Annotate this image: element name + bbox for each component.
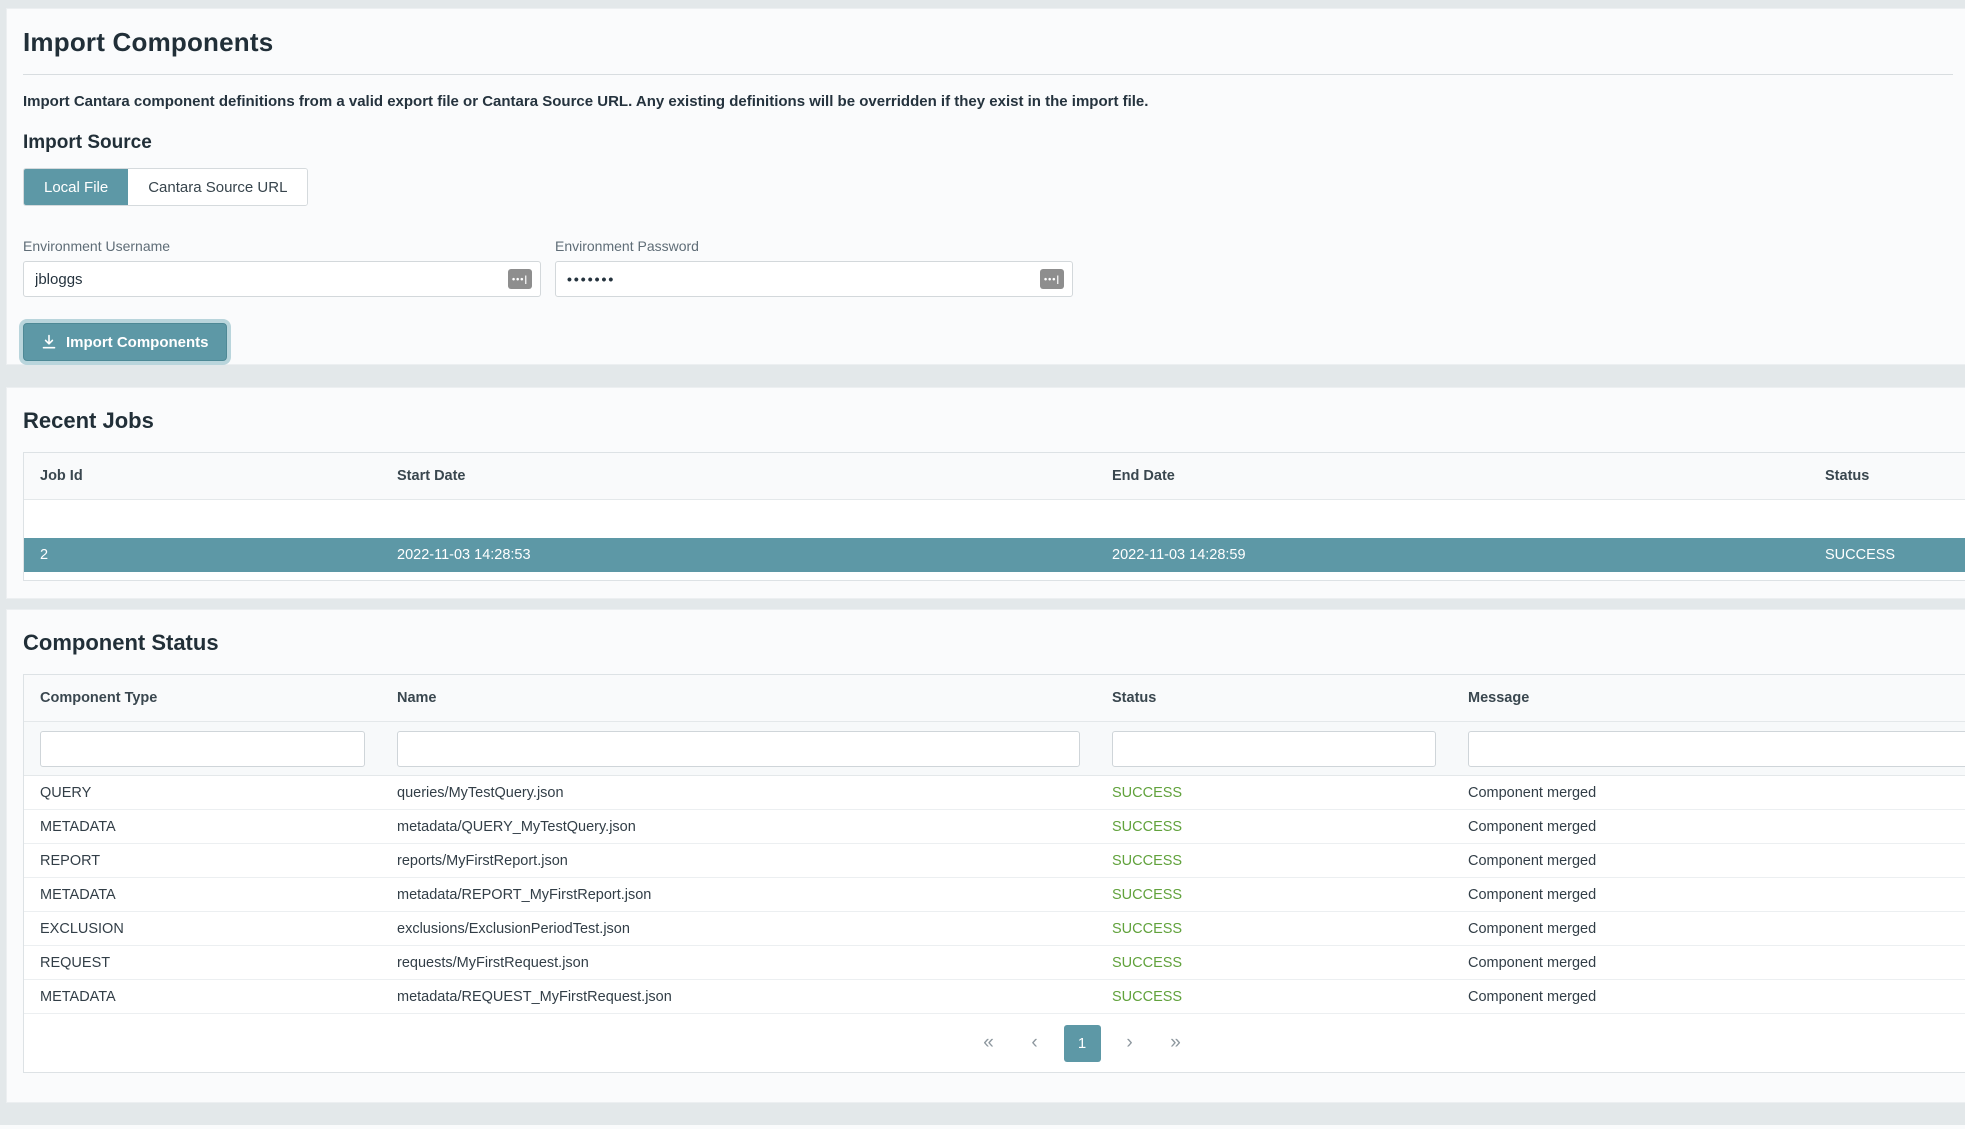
component-status-filter-row (24, 722, 1965, 776)
name-cell: reports/MyFirstReport.json (381, 853, 1096, 869)
message-cell: Component merged (1452, 921, 1965, 937)
last-page-button[interactable]: » (1159, 1026, 1193, 1060)
name-filter-input[interactable] (397, 731, 1080, 767)
component-status-header-row: Component Type Name Status Message (24, 675, 1965, 722)
page-title: Import Components (23, 27, 1965, 58)
name-cell: queries/MyTestQuery.json (381, 785, 1096, 801)
message-filter-input[interactable] (1468, 731, 1965, 767)
component-status-table: Component Type Name Status Message QUERY… (23, 674, 1965, 1073)
status-cell: SUCCESS (1096, 853, 1452, 869)
status-cell: SUCCESS (1809, 547, 1965, 563)
name-cell: exclusions/ExclusionPeriodTest.json (381, 921, 1096, 937)
message-cell: Component merged (1452, 955, 1965, 971)
status-filter-input[interactable] (1112, 731, 1436, 767)
next-page-button[interactable]: › (1113, 1026, 1147, 1060)
input-method-icon[interactable]: •••| (1040, 269, 1064, 289)
first-page-button[interactable]: « (972, 1026, 1006, 1060)
name-cell: metadata/REPORT_MyFirstReport.json (381, 887, 1096, 903)
column-header-component-type[interactable]: Component Type (24, 690, 381, 706)
component-type-cell: REQUEST (24, 955, 381, 971)
import-components-panel: Import Components Import Cantara compone… (6, 8, 1965, 365)
component-status-panel: Component Status Component Type Name Sta… (6, 609, 1965, 1103)
username-label: Environment Username (23, 238, 541, 254)
status-cell: SUCCESS (1096, 955, 1452, 971)
credentials-row: Environment Username •••| Environment Pa… (23, 238, 1965, 297)
table-row[interactable]: 2 2022-11-03 14:28:53 2022-11-03 14:28:5… (24, 538, 1965, 572)
pagination: « ‹ 1 › » (24, 1014, 1965, 1072)
password-field-group: Environment Password •••| (555, 238, 1073, 297)
job-id-cell: 2 (24, 547, 381, 563)
recent-jobs-header-row: Job Id Start Date End Date Status (24, 453, 1965, 500)
recent-jobs-table-footer (24, 572, 1965, 580)
next-card-edge (0, 1125, 1965, 1129)
username-input[interactable] (23, 261, 541, 297)
column-header-message[interactable]: Message (1452, 690, 1965, 706)
column-header-status[interactable]: Status (1809, 468, 1965, 484)
table-row[interactable]: METADATA metadata/QUERY_MyTestQuery.json… (24, 810, 1965, 844)
recent-jobs-empty-row (24, 500, 1965, 538)
column-header-end-date[interactable]: End Date (1096, 468, 1809, 484)
import-source-heading: Import Source (23, 132, 1965, 154)
tab-cantara-source-url[interactable]: Cantara Source URL (128, 169, 307, 205)
recent-jobs-table: Job Id Start Date End Date Status 2 2022… (23, 452, 1965, 581)
status-cell: SUCCESS (1096, 887, 1452, 903)
download-icon (41, 334, 57, 350)
table-row[interactable]: METADATA metadata/REQUEST_MyFirstRequest… (24, 980, 1965, 1014)
status-cell: SUCCESS (1096, 921, 1452, 937)
table-row[interactable]: METADATA metadata/REPORT_MyFirstReport.j… (24, 878, 1965, 912)
status-cell: SUCCESS (1096, 989, 1452, 1005)
message-cell: Component merged (1452, 853, 1965, 869)
name-cell: metadata/QUERY_MyTestQuery.json (381, 819, 1096, 835)
message-cell: Component merged (1452, 989, 1965, 1005)
name-cell: requests/MyFirstRequest.json (381, 955, 1096, 971)
component-type-cell: REPORT (24, 853, 381, 869)
component-type-cell: QUERY (24, 785, 381, 801)
password-label: Environment Password (555, 238, 1073, 254)
status-cell: SUCCESS (1096, 785, 1452, 801)
component-type-cell: METADATA (24, 887, 381, 903)
message-cell: Component merged (1452, 819, 1965, 835)
table-row[interactable]: QUERY queries/MyTestQuery.json SUCCESS C… (24, 776, 1965, 810)
recent-jobs-panel: Recent Jobs Job Id Start Date End Date S… (6, 387, 1965, 599)
import-components-button[interactable]: Import Components (23, 323, 227, 361)
import-description: Import Cantara component definitions fro… (23, 93, 1965, 110)
password-input[interactable] (555, 261, 1073, 297)
title-divider (23, 74, 1953, 75)
component-type-cell: EXCLUSION (24, 921, 381, 937)
component-status-title: Component Status (23, 630, 1965, 656)
import-button-label: Import Components (66, 334, 209, 351)
message-cell: Component merged (1452, 887, 1965, 903)
current-page-button[interactable]: 1 (1064, 1025, 1101, 1062)
tab-local-file[interactable]: Local File (24, 169, 128, 205)
end-date-cell: 2022-11-03 14:28:59 (1096, 547, 1809, 563)
table-row[interactable]: REPORT reports/MyFirstReport.json SUCCES… (24, 844, 1965, 878)
username-field-group: Environment Username •••| (23, 238, 541, 297)
input-method-icon[interactable]: •••| (508, 269, 532, 289)
name-cell: metadata/REQUEST_MyFirstRequest.json (381, 989, 1096, 1005)
recent-jobs-title: Recent Jobs (23, 408, 1965, 434)
component-type-cell: METADATA (24, 819, 381, 835)
column-header-job-id[interactable]: Job Id (24, 468, 381, 484)
status-cell: SUCCESS (1096, 819, 1452, 835)
start-date-cell: 2022-11-03 14:28:53 (381, 547, 1096, 563)
column-header-status[interactable]: Status (1096, 690, 1452, 706)
table-row[interactable]: EXCLUSION exclusions/ExclusionPeriodTest… (24, 912, 1965, 946)
previous-page-button[interactable]: ‹ (1018, 1026, 1052, 1060)
message-cell: Component merged (1452, 785, 1965, 801)
component-type-cell: METADATA (24, 989, 381, 1005)
table-row[interactable]: REQUEST requests/MyFirstRequest.json SUC… (24, 946, 1965, 980)
component-type-filter-input[interactable] (40, 731, 365, 767)
column-header-start-date[interactable]: Start Date (381, 468, 1096, 484)
column-header-name[interactable]: Name (381, 690, 1096, 706)
import-source-tabs: Local File Cantara Source URL (23, 168, 308, 206)
